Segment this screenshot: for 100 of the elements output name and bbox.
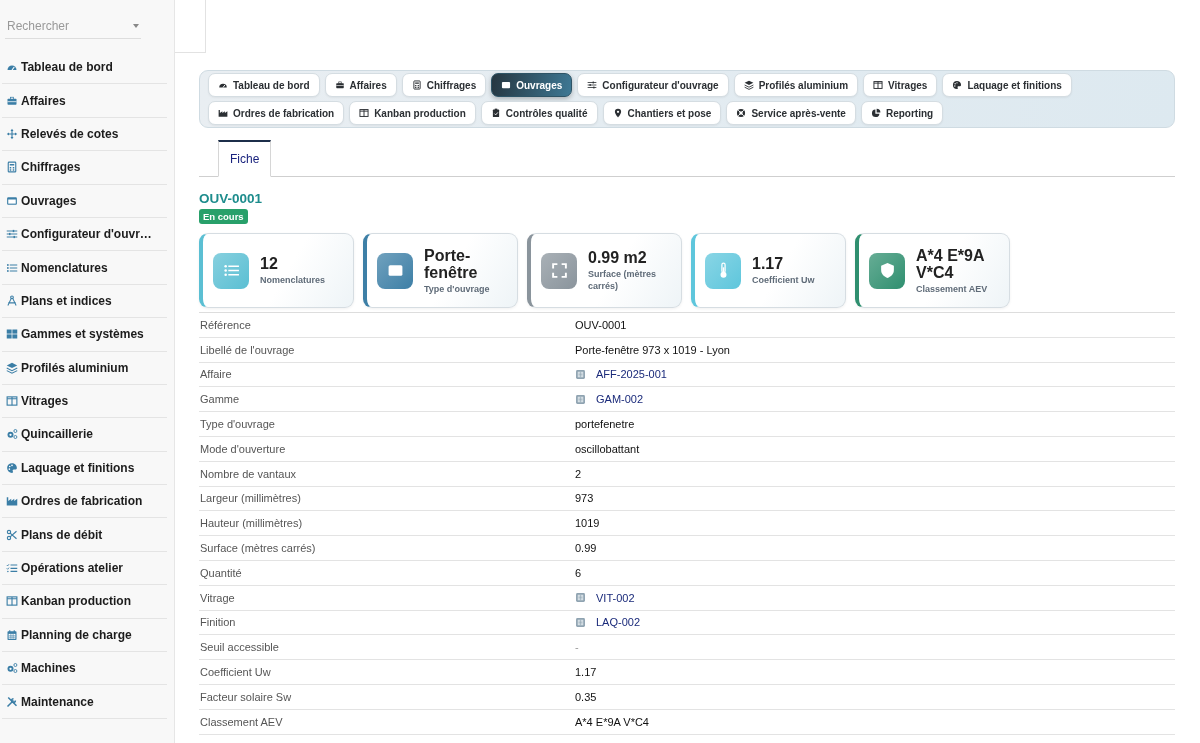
shield-icon (878, 262, 896, 279)
sidebar-item[interactable]: Nomenclatures (2, 251, 167, 285)
stat-label: Classement AEV (916, 282, 989, 295)
stat-label: Coefficient Uw (752, 274, 815, 286)
record-link[interactable]: VIT-002 (596, 591, 635, 604)
field-label: Facteur solaire Sw (199, 690, 293, 703)
field-value: - (575, 641, 579, 654)
field-label: Libellé de l'ouvrage (199, 343, 296, 356)
sidebar-item[interactable]: Profilés aluminium (2, 351, 167, 385)
stat-label: Surface (mètres carrés) (588, 268, 658, 292)
layers-icon (743, 80, 754, 90)
window-icon (386, 262, 404, 279)
gears-icon (6, 428, 18, 441)
field-value: 1019 (575, 517, 600, 530)
sidebar-item[interactable]: Ouvrages (2, 184, 167, 218)
field-value: 973 (575, 492, 594, 505)
field-value: 2 (575, 467, 582, 480)
stat-label: Nomenclatures (260, 274, 326, 286)
module-tab[interactable]: Kanban production (349, 101, 476, 125)
sidebar-item[interactable]: Quincaillerie (2, 418, 167, 452)
field-value: portefenetre (575, 418, 635, 431)
module-tab[interactable]: Service après-vente (726, 101, 856, 125)
sidebar-item[interactable]: Tableau de bord (2, 51, 167, 85)
sidebar-item[interactable]: Relevés de cotes (2, 117, 167, 152)
field-label: Largeur (millimètres) (199, 492, 302, 505)
module-tab[interactable]: Profilés aluminium (733, 73, 859, 97)
list-icon (6, 261, 18, 274)
record-link[interactable]: LAQ-002 (596, 616, 641, 629)
module-tab[interactable]: Tableau de bord (208, 73, 320, 97)
sidebar-item[interactable]: Gammes et systèmes (2, 318, 167, 352)
sidebar-item[interactable]: Configurateur d'ouvr… (2, 217, 167, 252)
move-icon (6, 127, 18, 140)
columns-icon (6, 395, 18, 408)
field-label: Seuil accessible (199, 641, 280, 654)
panel-toggle[interactable] (175, 0, 206, 53)
document-icon (575, 369, 586, 380)
field-value: Porte-fenêtre 973 x 1019 - Lyon (575, 343, 730, 356)
grid-icon (6, 328, 18, 341)
sidebar-item[interactable]: Planning de charge (2, 618, 167, 653)
field-value: 1.17 (575, 666, 597, 679)
stat-value: Porte-fenêtre (424, 246, 479, 281)
map-pin-icon (612, 108, 623, 118)
field-label: Quantité (199, 566, 243, 579)
module-tab[interactable]: Configurateur d'ouvrage (577, 73, 729, 97)
view-tab[interactable]: Fiche (218, 140, 272, 177)
calculator-icon (6, 161, 18, 174)
module-tab[interactable]: Vitrages (863, 73, 938, 97)
sidebar-item[interactable]: Ordres de fabrication (2, 485, 167, 519)
stat-value: 0.99 m2 (588, 249, 648, 266)
layers-icon (6, 361, 18, 374)
columns-icon (873, 80, 884, 90)
field-value: A*4 E*9A V*C4 (575, 715, 649, 728)
calendar-icon (6, 628, 18, 641)
checklist-icon (6, 562, 18, 575)
module-tab[interactable]: Chiffrages (401, 73, 487, 97)
sidebar-item[interactable]: Maintenance (2, 685, 167, 719)
sidebar-item[interactable]: Machines (2, 652, 167, 686)
module-tab[interactable]: Contrôles qualité (480, 101, 598, 125)
field-label: Type d'ouvrage (199, 418, 276, 431)
field-label: Surface (mètres carrés) (199, 542, 317, 555)
record-link[interactable]: GAM-002 (596, 393, 644, 406)
module-tab[interactable]: Reporting (860, 101, 944, 125)
sidebar-item[interactable]: Plans de débit (2, 518, 167, 552)
stat-value: 1.17 (752, 255, 785, 272)
stat-value: A*4 E*9A V*C4 (916, 246, 985, 281)
field-label: Hauteur (millimètres) (199, 517, 304, 530)
module-tab[interactable]: Chantiers et pose (602, 101, 722, 125)
sidebar-item[interactable]: Affaires (2, 84, 167, 118)
sidebar-item[interactable]: Opérations atelier (2, 551, 167, 586)
module-tab[interactable]: Ordres de fabrication (208, 101, 345, 125)
list-icon (222, 262, 240, 279)
gears-icon (6, 662, 18, 675)
field-label: Vitrage (199, 591, 236, 604)
field-label: Affaire (199, 368, 233, 381)
record-link[interactable]: AFF-2025-001 (596, 368, 667, 381)
module-tab[interactable]: Laquage et finitions (942, 73, 1072, 97)
factory-icon (6, 495, 18, 508)
sidebar-item[interactable]: Plans et indices (2, 284, 167, 319)
field-label: Mode d'ouverture (199, 442, 287, 455)
tools-icon (6, 695, 18, 708)
factory-icon (218, 108, 228, 118)
scissors-icon (6, 528, 18, 541)
field-value: 0.35 (575, 690, 597, 703)
sidebar-item[interactable]: Vitrages (2, 384, 167, 419)
stat-label: Type d'ouvrage (424, 282, 491, 295)
caret-icon (133, 24, 139, 28)
field-label: Coefficient Uw (199, 666, 272, 679)
module-tab[interactable]: Ouvrages (491, 73, 573, 97)
lifebuoy-icon (736, 108, 747, 118)
module-tab[interactable]: Affaires (324, 73, 397, 97)
field-label: Référence (199, 318, 252, 331)
sidebar-item[interactable]: Laquage et finitions (2, 451, 167, 486)
columns-icon (359, 108, 370, 118)
document-icon (575, 592, 586, 604)
status-badge: En cours (199, 209, 248, 224)
briefcase-icon (6, 94, 18, 107)
document-icon (575, 616, 586, 628)
sidebar-item[interactable]: Chiffrages (2, 151, 167, 185)
sidebar-item[interactable]: Kanban production (2, 585, 167, 619)
document-icon (575, 393, 586, 405)
